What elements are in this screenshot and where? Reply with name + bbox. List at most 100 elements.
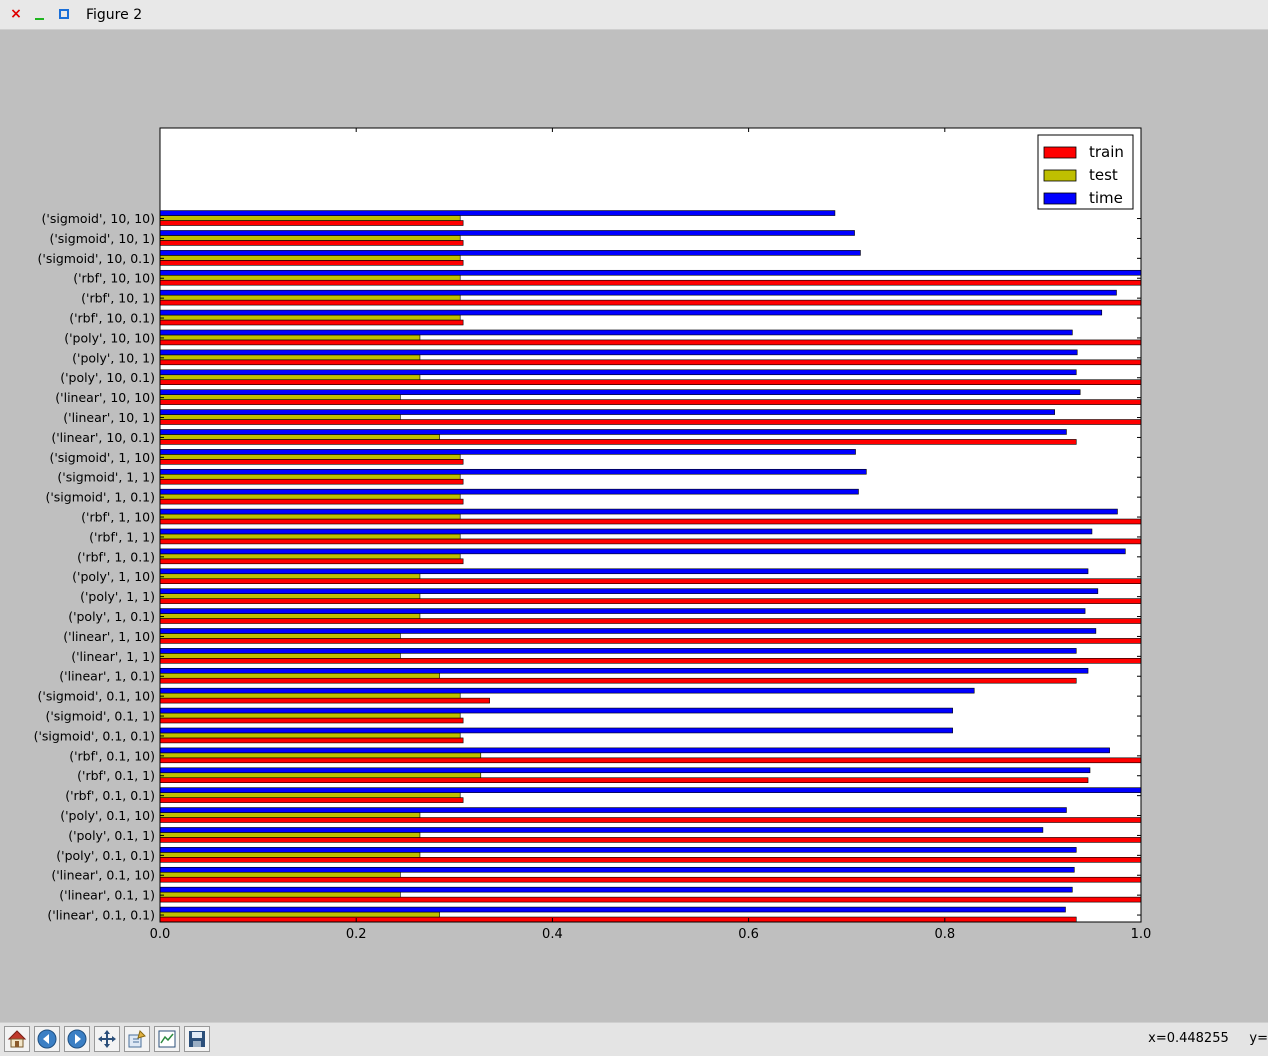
bar-test [159, 613, 421, 619]
arrow-left-icon [37, 1029, 57, 1049]
bar-time [159, 449, 856, 455]
bar-time [159, 269, 1142, 276]
bar-test [159, 414, 401, 420]
bar-test [159, 653, 401, 659]
bar-time [159, 289, 1117, 296]
pan-button[interactable] [94, 1026, 120, 1052]
bar-time [159, 648, 1077, 654]
bar-time [159, 628, 1097, 634]
y-tick-label: ('sigmoid', 1, 1) [57, 470, 155, 485]
bar-time [159, 847, 1077, 853]
bar-train [159, 518, 1142, 525]
home-button[interactable] [4, 1026, 30, 1052]
bar-train [159, 339, 1142, 346]
bar-time [159, 787, 1142, 793]
bar-time [159, 528, 1093, 535]
legend-label-time: time [1089, 189, 1123, 207]
bar-test [159, 493, 461, 500]
bar-test [159, 374, 421, 381]
bar-time [159, 687, 975, 694]
bar-train [159, 658, 1142, 664]
y-tick-label: ('sigmoid', 10, 0.1) [38, 251, 155, 266]
y-tick-label: ('linear', 1, 1) [71, 649, 155, 664]
bar-time [159, 468, 867, 475]
bar-test [159, 772, 482, 779]
y-tick-label: ('sigmoid', 10, 1) [49, 231, 155, 246]
bar-time [159, 767, 1091, 774]
bar-train [159, 896, 1142, 903]
minimize-icon[interactable] [32, 6, 48, 22]
close-icon[interactable]: × [8, 6, 24, 22]
bar-train [159, 737, 464, 744]
y-tick-label: ('poly', 1, 0.1) [68, 609, 155, 624]
bar-test [159, 871, 401, 878]
bar-train [159, 916, 1077, 923]
bar-time [159, 488, 859, 495]
bar-test [159, 473, 461, 480]
bar-time [159, 747, 1110, 754]
y-tick-label: ('poly', 10, 10) [64, 330, 155, 345]
bar-train [159, 876, 1142, 883]
legend-swatch-test [1043, 169, 1077, 182]
forward-button[interactable] [64, 1026, 90, 1052]
navigation-toolbar: x=0.448255 y= [0, 1022, 1268, 1056]
y-tick-label: ('linear', 10, 0.1) [51, 430, 155, 445]
bar-train [159, 240, 464, 246]
figure-canvas[interactable]: ('linear', 0.1, 0.1) ('linear', 0.1, 1) ('… [0, 30, 1268, 1022]
legend-swatch-time [1043, 192, 1077, 205]
move-icon [98, 1030, 116, 1048]
bar-test [159, 255, 461, 261]
y-tick-label: ('poly', 1, 1) [80, 589, 155, 604]
bar-test [159, 354, 421, 361]
arrow-right-icon [67, 1029, 87, 1049]
maximize-icon[interactable] [56, 6, 72, 22]
bar-train [159, 598, 1142, 604]
zoom-button[interactable] [124, 1026, 150, 1052]
bar-train [159, 220, 464, 226]
bar-test [159, 314, 461, 321]
bar-time [159, 727, 953, 734]
bar-train [159, 299, 1142, 306]
bar-train [159, 498, 464, 505]
bar-train [159, 857, 1142, 863]
bar-test [159, 434, 440, 440]
x-tick-label: 0.2 [346, 927, 367, 942]
x-tick-label: 0.0 [150, 927, 171, 942]
y-tick-label: ('rbf', 0.1, 10) [69, 748, 155, 763]
bar-train [159, 538, 1142, 545]
bar-test [159, 553, 461, 560]
bar-time [159, 588, 1099, 594]
bar-train [159, 817, 1142, 823]
title-bar: × Figure 2 [0, 0, 1268, 30]
bar-test [159, 911, 440, 918]
y-tick-label: ('sigmoid', 0.1, 1) [45, 709, 155, 724]
bar-test [159, 672, 440, 679]
bar-time [159, 369, 1077, 376]
y-tick-label: ('linear', 0.1, 10) [51, 868, 155, 883]
x-tick-label: 0.4 [542, 927, 563, 942]
bar-test [159, 394, 401, 400]
save-button[interactable] [184, 1026, 210, 1052]
back-button[interactable] [34, 1026, 60, 1052]
bar-test [159, 891, 401, 898]
bar-train [159, 837, 1142, 843]
bar-train [159, 797, 464, 803]
y-tick-label: ('rbf', 10, 10) [73, 271, 155, 286]
legend: train test time [1037, 134, 1134, 210]
subplots-button[interactable] [154, 1026, 180, 1052]
y-tick-label: ('sigmoid', 1, 10) [49, 450, 155, 465]
y-tick-label: ('rbf', 1, 0.1) [77, 549, 155, 564]
plot-area [160, 128, 1141, 922]
bar-time [159, 548, 1126, 555]
legend-label-train: train [1089, 143, 1124, 161]
bar-time [159, 827, 1044, 833]
bar-train [159, 359, 1142, 366]
bar-test [159, 573, 421, 580]
bar-chart: ('linear', 0.1, 0.1) ('linear', 0.1, 1) ('… [34, 127, 1151, 942]
bar-train [159, 717, 464, 724]
bar-time [159, 230, 855, 236]
bar-train [159, 279, 1142, 286]
bar-train [159, 319, 464, 326]
y-tick-label: ('rbf', 1, 1) [89, 529, 155, 544]
bar-test [159, 832, 421, 838]
